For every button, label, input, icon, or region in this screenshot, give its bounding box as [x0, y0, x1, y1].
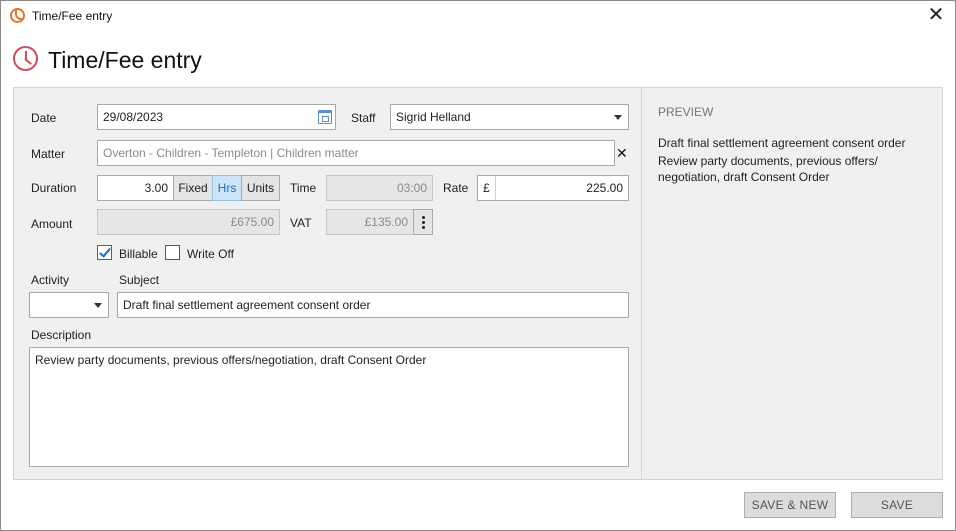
preview-pane: PREVIEW Draft final settlement agreement…	[641, 88, 942, 479]
amount-value: £675.00	[230, 215, 274, 229]
description-value: Review party documents, previous offers/…	[35, 353, 427, 367]
date-label: Date	[31, 111, 57, 125]
time-value: 03:00	[396, 181, 427, 195]
chevron-down-icon[interactable]	[614, 115, 622, 120]
matter-value: Overton - Children - Templeton | Childre…	[103, 146, 359, 160]
duration-label: Duration	[31, 181, 77, 195]
app-logo-icon	[10, 8, 25, 23]
window-title: Time/Fee entry	[32, 9, 113, 23]
activity-label: Activity	[31, 273, 70, 287]
billable-label: Billable	[119, 247, 158, 261]
vat-value: £135.00	[364, 215, 408, 229]
matter-input[interactable]: Overton - Children - Templeton | Childre…	[97, 140, 615, 166]
rate-label: Rate	[443, 181, 469, 195]
description-label: Description	[31, 328, 92, 342]
preview-title: PREVIEW	[658, 105, 714, 119]
chevron-down-icon[interactable]	[94, 303, 102, 308]
write-off-label: Write Off	[187, 247, 234, 261]
save-and-new-button[interactable]: SAVE & NEW	[744, 492, 836, 518]
staff-value: Sigrid Helland	[396, 110, 471, 124]
billable-checkbox[interactable]	[97, 245, 112, 260]
mode-hrs-button[interactable]: Hrs	[212, 175, 242, 201]
subject-label: Subject	[119, 273, 160, 287]
duration-input[interactable]: 3.00	[97, 175, 174, 201]
duration-value: 3.00	[144, 181, 168, 195]
mode-fixed-button[interactable]: Fixed	[173, 175, 213, 201]
subject-value: Draft final settlement agreement consent…	[123, 298, 371, 312]
activity-select[interactable]	[29, 292, 109, 318]
rate-value: 225.00	[586, 181, 623, 195]
preview-description-line-2: negotiation, draft Consent Order	[658, 170, 830, 184]
vat-label: VAT	[290, 216, 312, 230]
save-button[interactable]: SAVE	[851, 492, 943, 518]
title-bar: Time/Fee entry ✕	[1, 1, 955, 31]
time-input: 03:00	[326, 175, 433, 201]
write-off-checkbox[interactable]	[165, 245, 180, 260]
amount-input: £675.00	[97, 209, 280, 235]
vat-input: £135.00	[326, 209, 414, 235]
page-title: Time/Fee entry	[48, 47, 202, 73]
preview-subject: Draft final settlement agreement consent…	[658, 136, 906, 150]
date-value: 29/08/2023	[103, 110, 164, 124]
time-label: Time	[290, 181, 317, 195]
staff-label: Staff	[351, 111, 376, 125]
description-textarea[interactable]: Review party documents, previous offers/…	[29, 347, 629, 467]
clear-matter-icon[interactable]: ✕	[616, 146, 628, 160]
mode-units-button[interactable]: Units	[241, 175, 280, 201]
rate-input[interactable]: £ 225.00	[477, 175, 629, 201]
calendar-icon[interactable]	[318, 110, 332, 124]
matter-label: Matter	[31, 147, 66, 161]
clock-icon	[13, 46, 38, 71]
subject-input[interactable]: Draft final settlement agreement consent…	[117, 292, 629, 318]
amount-label: Amount	[31, 217, 73, 231]
preview-description-line-1: Review party documents, previous offers/	[658, 154, 878, 168]
close-icon[interactable]: ✕	[925, 4, 947, 26]
staff-select[interactable]: Sigrid Helland	[390, 104, 629, 130]
date-input[interactable]: 29/08/2023	[97, 104, 336, 130]
vat-more-options-icon[interactable]	[413, 209, 433, 235]
rate-currency: £	[478, 176, 496, 200]
